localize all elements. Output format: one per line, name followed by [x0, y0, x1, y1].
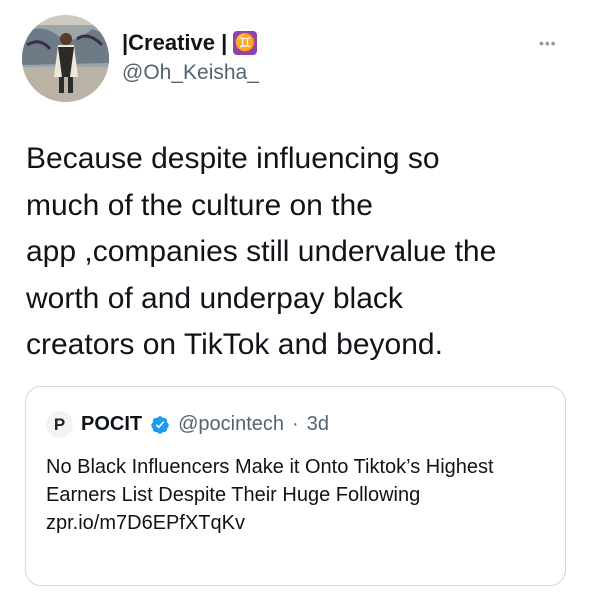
gemini-icon: ♊: [233, 31, 258, 55]
quoted-avatar[interactable]: P: [46, 411, 73, 438]
verified-badge-icon: [151, 415, 169, 434]
avatar[interactable]: [22, 15, 109, 102]
avatar-photo: [22, 15, 109, 102]
author-name-text: |Creative |: [122, 30, 228, 55]
meta-separator: ·: [292, 413, 299, 435]
quoted-author-name[interactable]: POCIT: [81, 413, 142, 436]
quoted-handle[interactable]: @pocintech: [178, 413, 284, 436]
tweet-text: Because despite influencing so much of t…: [26, 142, 497, 361]
quoted-timestamp[interactable]: 3d: [307, 413, 329, 436]
quoted-tweet-link[interactable]: zpr.io/m7D6EPfXTqKv: [46, 509, 546, 537]
quoted-tweet-text: No Black Influencers Make it Onto Tiktok…: [46, 456, 494, 506]
more-options-icon[interactable]: •••: [539, 35, 557, 51]
quoted-tweet-body: No Black Influencers Make it Onto Tiktok…: [46, 453, 546, 537]
author-name[interactable]: |Creative | ♊: [122, 30, 258, 56]
quoted-tweet[interactable]: P POCIT @pocintech · 3d No Black Influen…: [25, 386, 566, 586]
author-handle[interactable]: @Oh_Keisha_: [122, 61, 259, 85]
quoted-tweet-header: P POCIT @pocintech · 3d: [46, 411, 329, 438]
